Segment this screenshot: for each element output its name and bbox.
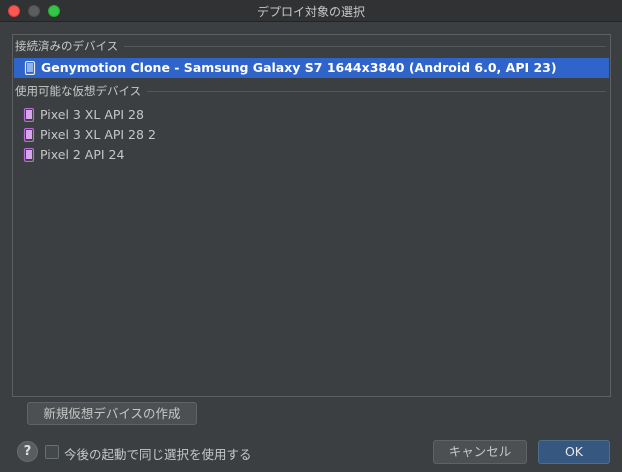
help-button[interactable]: ? (17, 441, 38, 462)
connected-devices-header: 接続済みのデバイス (13, 38, 610, 54)
reuse-selection-checkbox[interactable] (45, 445, 59, 459)
virtual-devices-header: 使用可能な仮想デバイス (13, 83, 610, 99)
phone-icon (24, 61, 36, 75)
device-row-pixel3xl-28[interactable]: Pixel 3 XL API 28 (13, 105, 610, 125)
device-label: Pixel 3 XL API 28 (40, 107, 144, 122)
connected-devices-header-label: 接続済みのデバイス (15, 38, 125, 54)
cancel-button[interactable]: キャンセル (433, 440, 527, 464)
title-bar: デプロイ対象の選択 (0, 0, 622, 22)
virtual-phone-icon (23, 108, 35, 122)
device-label: Genymotion Clone - Samsung Galaxy S7 164… (41, 60, 557, 75)
reuse-selection-label[interactable]: 今後の起動で同じ選択を使用する (64, 444, 252, 463)
device-row-pixel3xl-28-2[interactable]: Pixel 3 XL API 28 2 (13, 125, 610, 145)
device-label: Pixel 2 API 24 (40, 147, 125, 162)
device-label: Pixel 3 XL API 28 2 (40, 127, 156, 142)
virtual-phone-icon (23, 148, 35, 162)
device-row-genymotion[interactable]: Genymotion Clone - Samsung Galaxy S7 164… (14, 58, 609, 78)
device-list-panel: 接続済みのデバイス Genymotion Clone - Samsung Gal… (12, 34, 611, 397)
virtual-phone-icon (23, 128, 35, 142)
virtual-devices-header-label: 使用可能な仮想デバイス (15, 83, 148, 99)
create-virtual-device-button[interactable]: 新規仮想デバイスの作成 (27, 402, 197, 425)
device-row-pixel2-24[interactable]: Pixel 2 API 24 (13, 145, 610, 165)
window-title: デプロイ対象の選択 (256, 5, 365, 19)
ok-button[interactable]: OK (538, 440, 610, 464)
